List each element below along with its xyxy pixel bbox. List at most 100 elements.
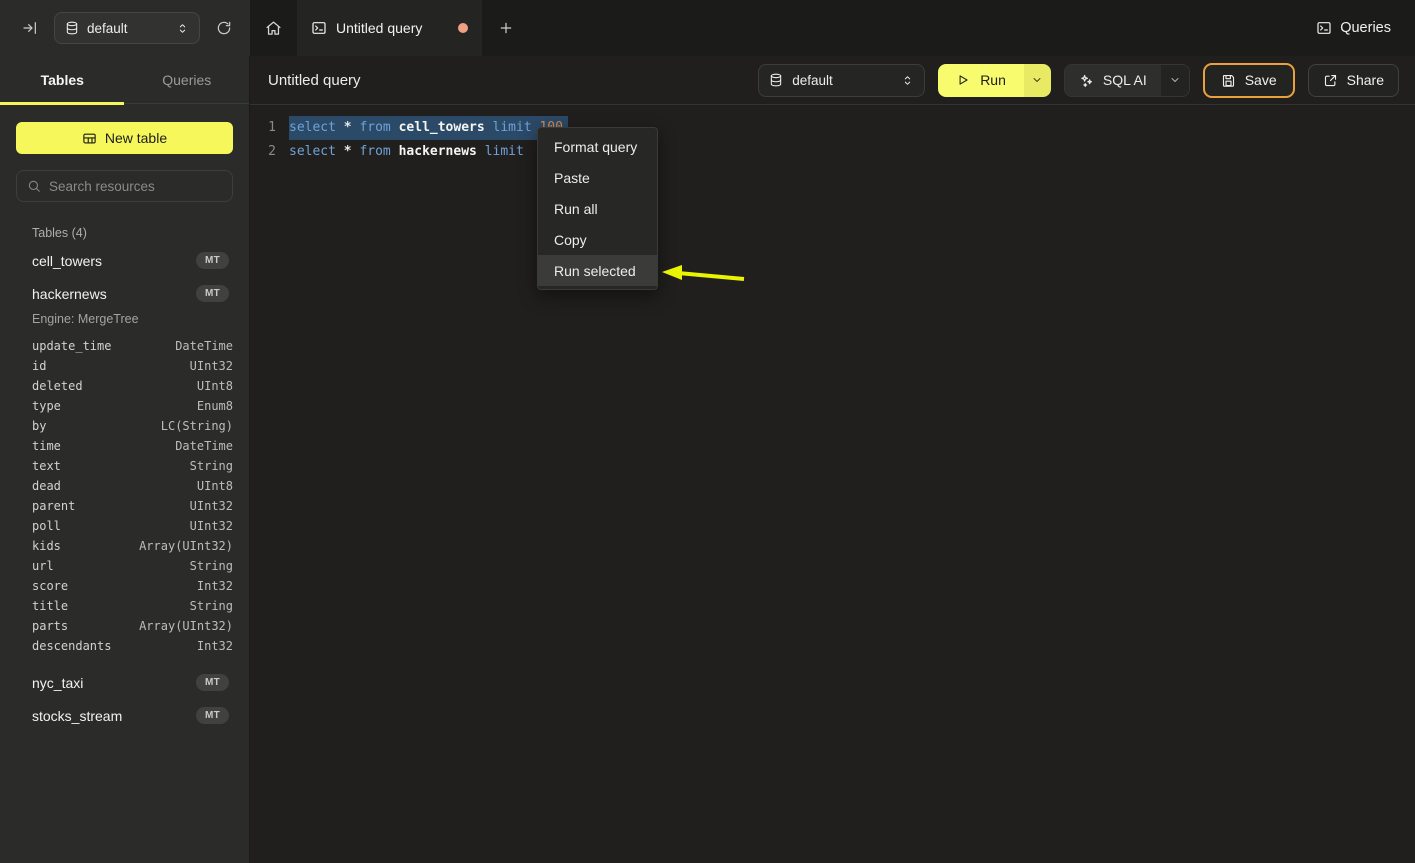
column-type: Int32 [197, 639, 233, 653]
editor-line-2[interactable]: 2 select * from hackernews limit [250, 140, 1415, 164]
column-type: UInt32 [190, 359, 233, 373]
toolbar-database-selector[interactable]: default [758, 64, 925, 97]
save-button-label: Save [1245, 72, 1277, 88]
run-button[interactable]: Run [938, 64, 1024, 97]
run-button-label: Run [980, 72, 1006, 88]
home-tab[interactable] [250, 0, 297, 56]
share-export-icon [1323, 73, 1338, 88]
column-row: titleString [32, 596, 233, 616]
sql-table-name: cell_towers [399, 120, 493, 135]
column-row: byLC(String) [32, 416, 233, 436]
column-type: Int32 [197, 579, 233, 593]
run-options-caret[interactable] [1024, 64, 1051, 97]
database-selector-value: default [87, 21, 168, 36]
column-name: by [32, 419, 46, 433]
column-type: String [190, 599, 233, 613]
menu-item-copy[interactable]: Copy [538, 224, 657, 255]
selected-query-text: select * from cell_towers limit 100 [289, 116, 568, 140]
column-list: update_timeDateTime idUInt32 deleted UInt… [16, 336, 233, 666]
editor-line-1[interactable]: 1 select * from cell_towers limit 100 [250, 116, 1415, 140]
menu-item-run-selected[interactable]: Run selected [538, 255, 657, 286]
tab-untitled-query[interactable]: Untitled query [297, 0, 482, 56]
column-row: descendants Int32 [32, 636, 233, 656]
line-number: 2 [250, 140, 276, 164]
search-resources-input[interactable] [49, 179, 226, 194]
column-name: descendants [32, 639, 111, 653]
column-row: deleted UInt8 [32, 376, 233, 396]
chevron-down-icon [1031, 74, 1043, 86]
chevrons-updown-icon [176, 22, 189, 35]
new-table-button[interactable]: New table [16, 122, 233, 154]
engine-badge: MT [196, 674, 229, 691]
sql-keyword: limit [493, 120, 540, 135]
page-title: Untitled query [268, 72, 361, 89]
terminal-icon [311, 20, 327, 36]
query-text: select * from hackernews limit [289, 140, 524, 164]
menu-item-paste[interactable]: Paste [538, 162, 657, 193]
engine-badge: MT [196, 252, 229, 269]
save-button[interactable]: Save [1203, 63, 1295, 98]
menu-item-format-query[interactable]: Format query [538, 131, 657, 162]
refresh-button[interactable] [214, 18, 234, 38]
menu-item-run-all[interactable]: Run all [538, 193, 657, 224]
sidebar-tab-queries[interactable]: Queries [125, 56, 250, 103]
column-name: type [32, 399, 61, 413]
sql-keyword: select [289, 120, 344, 135]
sql-table-name: hackernews [399, 144, 485, 159]
column-row: deadUInt8 [32, 476, 233, 496]
topbar: default Untitled query [0, 0, 1415, 56]
column-type: Enum8 [197, 399, 233, 413]
column-name: text [32, 459, 61, 473]
share-button[interactable]: Share [1308, 64, 1399, 97]
topbar-right-section: Queries [1316, 0, 1415, 56]
column-name: url [32, 559, 54, 573]
column-name: dead [32, 479, 61, 493]
sidebar-collapse-icon [22, 20, 38, 36]
column-name: parent [32, 499, 75, 513]
column-row: idUInt32 [32, 356, 233, 376]
search-resources-box [16, 170, 233, 202]
column-row: partsArray(UInt32) [32, 616, 233, 636]
sidebar-tabs: Tables Queries [0, 56, 249, 104]
new-tab-button[interactable] [482, 0, 530, 56]
engine-badge: MT [196, 285, 229, 302]
sql-keyword: from [359, 144, 398, 159]
topbar-left-section: default [0, 0, 250, 56]
terminal-icon [1316, 20, 1332, 36]
column-row: parent UInt32 [32, 496, 233, 516]
unsaved-dot-indicator [458, 23, 468, 33]
column-row: update_timeDateTime [32, 336, 233, 356]
column-row: timeDateTime [32, 436, 233, 456]
table-item-hackernews[interactable]: hackernews MT [16, 277, 233, 310]
queries-button[interactable]: Queries [1316, 20, 1391, 36]
plus-icon [498, 20, 514, 36]
sql-ai-caret[interactable] [1161, 65, 1189, 96]
column-type: UInt8 [197, 379, 233, 393]
share-button-label: Share [1347, 72, 1384, 88]
column-row: type Enum8 [32, 396, 233, 416]
active-tab-underline [0, 102, 124, 105]
tables-section-label: Tables (4) [32, 226, 233, 240]
sql-editor[interactable]: 1 select * from cell_towers limit 100 2 … [250, 105, 1415, 164]
sidebar-tab-tables[interactable]: Tables [0, 56, 125, 103]
topbar-database-selector[interactable]: default [54, 12, 200, 44]
editor-context-menu: Format query Paste Run all Copy Run sele… [537, 127, 658, 290]
sql-operator: * [344, 120, 360, 135]
queries-button-label: Queries [1340, 20, 1391, 36]
table-name: stocks_stream [32, 708, 122, 724]
table-item-cell-towers[interactable]: cell_towers MT [16, 244, 233, 277]
collapse-sidebar-button[interactable] [20, 18, 40, 38]
sql-ai-button[interactable]: SQL AI [1065, 65, 1161, 96]
sql-keyword: limit [485, 144, 524, 159]
table-item-nyc-taxi[interactable]: nyc_taxi MT [16, 666, 233, 699]
sql-ai-split-button: SQL AI [1064, 64, 1190, 97]
column-type: UInt32 [190, 499, 233, 513]
column-name: deleted [32, 379, 83, 393]
run-split-button: Run [938, 64, 1051, 97]
sidebar: Tables Queries New table Tables (4) cell… [0, 56, 250, 863]
column-row: scoreInt32 [32, 576, 233, 596]
table-name: cell_towers [32, 253, 102, 269]
table-item-stocks-stream[interactable]: stocks_stream MT [16, 699, 233, 732]
column-type: String [190, 459, 233, 473]
engine-label: Engine: MergeTree [32, 312, 233, 326]
